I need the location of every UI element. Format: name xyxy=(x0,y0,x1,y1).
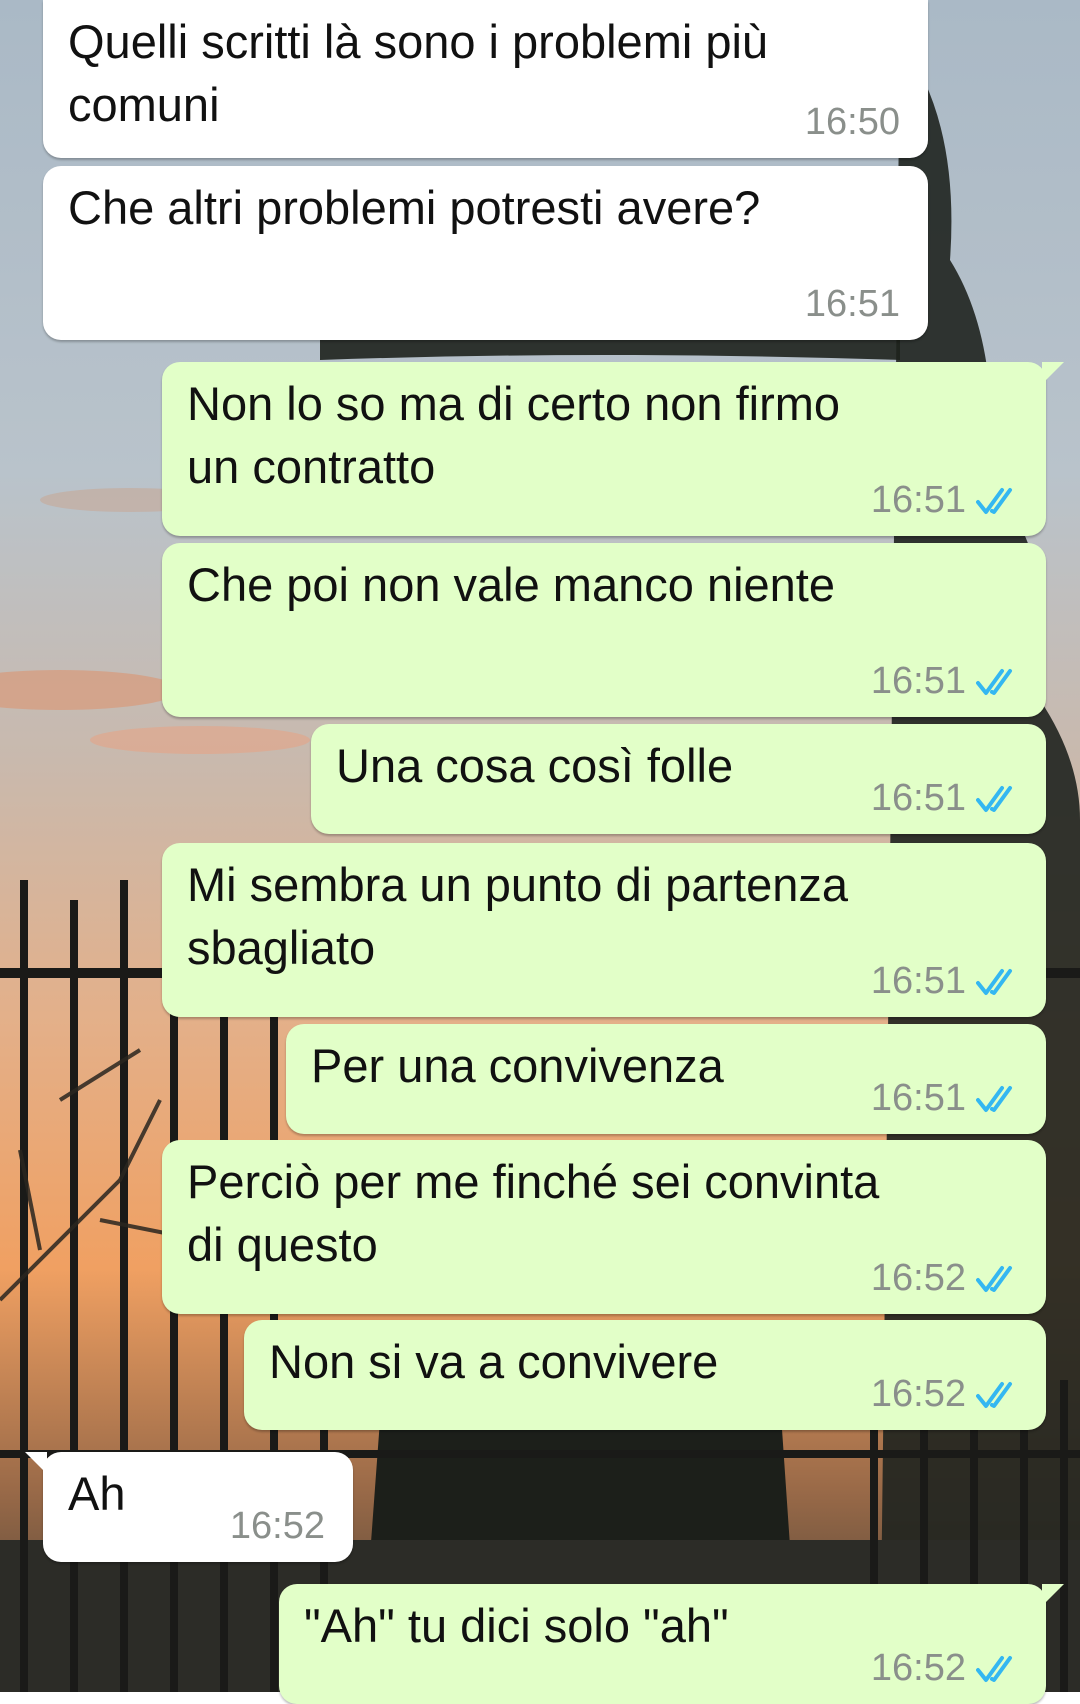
message-time: 16:52 xyxy=(229,1505,325,1547)
message-time: 16:52 xyxy=(870,1373,966,1415)
bubble-tail xyxy=(25,1452,47,1474)
message-time: 16:51 xyxy=(804,283,900,325)
double-check-icon xyxy=(976,785,1012,812)
message-meta: 16:51 xyxy=(871,777,1022,820)
message-meta: 16:52 xyxy=(230,1505,325,1548)
outgoing-message[interactable]: Una cosa così folle 16:51 xyxy=(311,724,1046,834)
message-text: Che altri problemi potresti avere? xyxy=(68,181,761,234)
double-check-icon xyxy=(976,668,1012,695)
message-meta: 16:52 xyxy=(871,1257,1022,1300)
message-meta: 16:51 xyxy=(871,479,1022,522)
outgoing-message[interactable]: Non si va a convivere 16:52 xyxy=(244,1320,1046,1430)
outgoing-message[interactable]: Per una convivenza 16:51 xyxy=(286,1024,1046,1134)
message-meta: 16:52 xyxy=(871,1373,1022,1416)
message-text: Che poi non vale manco niente xyxy=(187,558,835,611)
message-time: 16:51 xyxy=(870,479,966,521)
message-meta: 16:50 xyxy=(805,101,900,144)
incoming-message[interactable]: Quelli scritti là sono i problemi più co… xyxy=(43,0,928,158)
message-meta: 16:51 xyxy=(871,660,1022,703)
message-time: 16:51 xyxy=(870,960,966,1002)
double-check-icon xyxy=(976,487,1012,514)
message-text: Quelli scritti là sono i problemi più co… xyxy=(68,15,769,131)
message-time: 16:51 xyxy=(870,660,966,702)
double-check-icon xyxy=(976,1381,1012,1408)
message-time: 16:51 xyxy=(870,1077,966,1119)
double-check-icon xyxy=(976,968,1012,995)
message-time: 16:52 xyxy=(870,1647,966,1689)
outgoing-message[interactable]: "Ah" tu dici solo "ah" 16:52 xyxy=(279,1584,1064,1704)
bubble-tail xyxy=(1042,362,1064,384)
outgoing-message[interactable]: Che poi non vale manco niente 16:51 xyxy=(162,543,1046,717)
message-meta: 16:51 xyxy=(871,960,1022,1003)
message-time: 16:50 xyxy=(804,101,900,143)
incoming-message[interactable]: Ah 16:52 xyxy=(25,1452,353,1562)
message-meta: 16:51 xyxy=(805,283,900,326)
message-time: 16:52 xyxy=(870,1257,966,1299)
message-time: 16:51 xyxy=(870,777,966,819)
outgoing-message[interactable]: Non lo so ma di certo non firmo un contr… xyxy=(162,362,1064,536)
double-check-icon xyxy=(976,1655,1012,1682)
bubble-tail xyxy=(1042,1584,1064,1606)
outgoing-message[interactable]: Mi sembra un punto di partenza sbagliato… xyxy=(162,843,1046,1017)
double-check-icon xyxy=(976,1085,1012,1112)
outgoing-message[interactable]: Perciò per me finché sei convinta di que… xyxy=(162,1140,1046,1314)
message-meta: 16:51 xyxy=(871,1077,1022,1120)
double-check-icon xyxy=(976,1265,1012,1292)
message-meta: 16:52 xyxy=(871,1647,1022,1690)
incoming-message[interactable]: Che altri problemi potresti avere? 16:51 xyxy=(43,166,928,340)
message-list[interactable]: Quelli scritti là sono i problemi più co… xyxy=(0,0,1080,1704)
